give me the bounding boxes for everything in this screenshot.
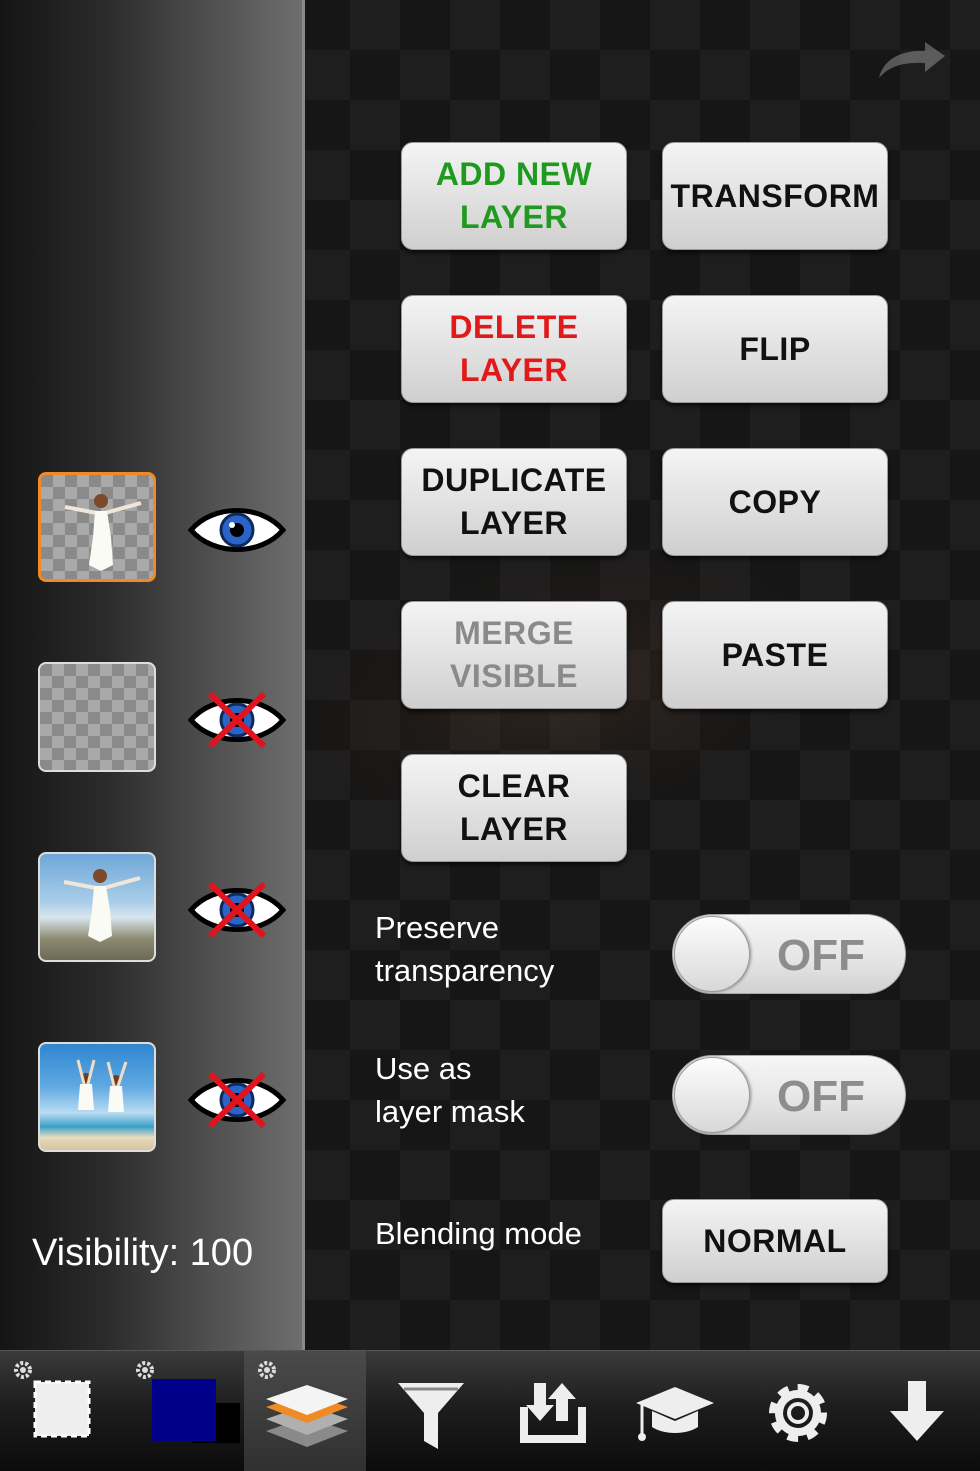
dancer-figure — [63, 869, 141, 942]
download-tool[interactable] — [858, 1351, 980, 1471]
visibility-label: Visibility: 100 — [32, 1232, 254, 1274]
eye-hidden-icon[interactable] — [188, 1072, 286, 1128]
settings-tool[interactable] — [736, 1351, 858, 1471]
blending-mode-button[interactable]: NORMAL — [662, 1199, 888, 1283]
transform-button[interactable]: TRANSFORM — [662, 142, 888, 250]
layer-thumbnail-empty[interactable] — [38, 662, 156, 772]
layer-thumbnail-dancer[interactable] — [38, 472, 156, 582]
merge-visible-button[interactable]: MERGE VISIBLE — [401, 601, 627, 709]
tutorial-icon — [636, 1387, 714, 1441]
download-icon — [890, 1381, 944, 1441]
layer-thumbnail-couple[interactable] — [38, 1042, 156, 1152]
selection-icon — [33, 1380, 91, 1438]
toggle-state: OFF — [777, 931, 865, 980]
color-swatch-icon — [152, 1379, 240, 1443]
eye-hidden-icon[interactable] — [188, 692, 286, 748]
color-swatch-tool[interactable] — [122, 1351, 244, 1471]
flip-button[interactable]: FLIP — [662, 295, 888, 403]
redo-icon[interactable] — [875, 38, 955, 82]
clear-layer-button[interactable]: CLEAR LAYER — [401, 754, 627, 862]
import-export-tool[interactable] — [490, 1351, 612, 1471]
layers-panel: Visibility: 100 — [0, 0, 305, 1350]
preserve-transparency-toggle[interactable]: OFF — [672, 914, 906, 994]
toggle-state: OFF — [777, 1072, 865, 1121]
filter-tool[interactable] — [368, 1351, 490, 1471]
import-export-icon — [520, 1383, 586, 1443]
toggle-knob — [674, 1057, 750, 1133]
eye-visible-icon[interactable] — [188, 502, 286, 558]
layer-row-2[interactable] — [38, 662, 288, 774]
layers-tool[interactable] — [244, 1351, 366, 1471]
toggle-knob — [674, 916, 750, 992]
bottom-toolbar — [0, 1350, 980, 1471]
layer-mask-label: Use as layer mask — [375, 1051, 525, 1129]
settings-icon — [769, 1384, 827, 1442]
add-new-layer-button[interactable]: ADD NEW LAYER — [401, 142, 627, 250]
copy-button[interactable]: COPY — [662, 448, 888, 556]
layer-thumbnail-beach-dancer[interactable] — [38, 852, 156, 962]
layer-row-3[interactable] — [38, 852, 288, 964]
delete-layer-button[interactable]: DELETE LAYER — [401, 295, 627, 403]
preserve-transparency-label: Preserve transparency — [375, 910, 555, 988]
layer-row-1[interactable] — [38, 472, 288, 584]
duplicate-layer-button[interactable]: DUPLICATE LAYER — [401, 448, 627, 556]
blending-mode-label: Blending mode — [375, 1216, 582, 1251]
tutorial-tool[interactable] — [612, 1351, 734, 1471]
layers-icon — [266, 1385, 348, 1447]
couple-figure — [76, 1059, 128, 1112]
paste-button[interactable]: PASTE — [662, 601, 888, 709]
eye-hidden-icon[interactable] — [188, 882, 286, 938]
layer-mask-toggle[interactable]: OFF — [672, 1055, 906, 1135]
dancer-figure — [64, 494, 142, 571]
filter-icon — [398, 1383, 464, 1449]
layer-row-4[interactable] — [38, 1042, 288, 1154]
selection-tool[interactable] — [0, 1351, 122, 1471]
